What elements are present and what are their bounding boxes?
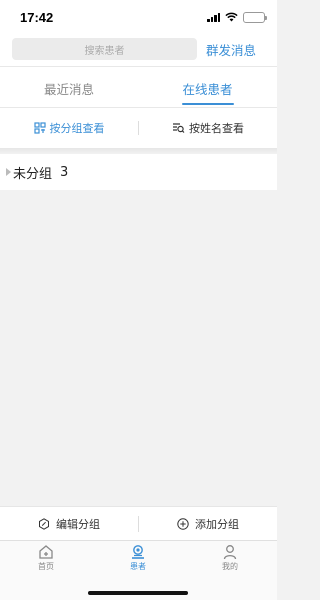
plus-circle-icon — [177, 518, 189, 530]
tab-recent-messages[interactable]: 最近消息 — [0, 67, 138, 109]
search-input[interactable]: 搜索患者 — [12, 38, 197, 60]
edit-group-label: 编辑分组 — [56, 518, 100, 531]
view-by-group-label: 按分组查看 — [49, 122, 105, 135]
edit-gear-icon — [39, 518, 49, 530]
tabbar-item-home[interactable]: 首页 — [16, 544, 76, 572]
group-action-bar: 编辑分组 添加分组 — [0, 506, 277, 540]
home-indicator-area — [0, 576, 277, 600]
group-count: 3 — [60, 164, 69, 180]
grid-icon — [33, 122, 46, 134]
status-icons — [207, 11, 267, 23]
view-options: 按分组查看 按姓名查看 — [0, 108, 277, 148]
group-name: 未分组 — [13, 166, 53, 182]
signal-icon — [207, 12, 220, 22]
bottom-tab-bar: 首页 患者 我的 — [0, 540, 277, 576]
battery-icon — [243, 11, 267, 23]
status-bar: 17:42 — [0, 0, 277, 34]
tabbar-home-label: 首页 — [38, 562, 54, 571]
profile-icon — [223, 545, 237, 560]
expand-caret-icon — [6, 168, 11, 176]
view-by-name-button[interactable]: 按姓名查看 — [139, 108, 277, 148]
edit-group-button[interactable]: 编辑分组 — [0, 507, 138, 541]
add-group-label: 添加分组 — [195, 518, 239, 531]
tabbar-item-mine[interactable]: 我的 — [200, 544, 260, 572]
add-group-button[interactable]: 添加分组 — [139, 507, 277, 541]
status-time: 17:42 — [20, 9, 54, 25]
tabbar-item-patients[interactable]: 患者 — [108, 544, 168, 572]
patients-icon — [132, 545, 144, 559]
patient-list — [0, 190, 277, 506]
view-by-name-label: 按姓名查看 — [189, 122, 244, 135]
message-tabs: 最近消息 在线患者 — [0, 66, 277, 108]
wifi-icon — [225, 12, 238, 22]
view-by-group-button[interactable]: 按分组查看 — [0, 108, 138, 148]
home-indicator — [88, 591, 188, 595]
tabbar-mine-label: 我的 — [222, 562, 238, 571]
home-icon — [39, 545, 53, 559]
mass-message-button[interactable]: 群发消息 — [206, 38, 256, 60]
active-tab-indicator — [182, 103, 234, 105]
search-row: 搜索患者 群发消息 — [0, 34, 277, 66]
group-header[interactable]: 未分组 3 — [0, 154, 277, 190]
tabbar-patients-label: 患者 — [130, 562, 146, 571]
list-search-icon — [173, 123, 185, 133]
